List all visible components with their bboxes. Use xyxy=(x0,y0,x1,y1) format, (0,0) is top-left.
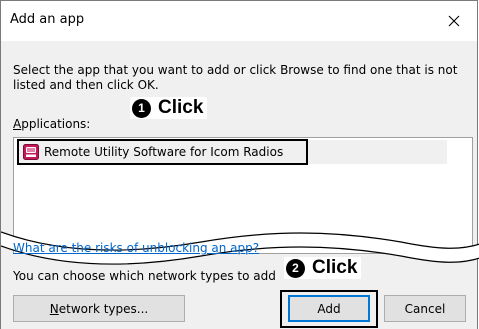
applications-label: Applications: xyxy=(13,117,91,131)
title-bar: Add an app xyxy=(1,1,477,41)
callout-step-2: 2 Click xyxy=(284,257,362,279)
close-button[interactable] xyxy=(431,1,477,41)
dialog-title: Add an app xyxy=(10,12,85,27)
step-1-text: Click xyxy=(158,97,204,118)
app-icon xyxy=(23,144,39,160)
step-2-text: Click xyxy=(312,257,358,278)
list-item[interactable]: Remote Utility Software for Icom Radios xyxy=(17,140,447,164)
network-types-text: You can choose which network types to ad… xyxy=(13,269,276,283)
dialog-body: Select the app that you want to add or c… xyxy=(1,41,479,329)
list-item-label: Remote Utility Software for Icom Radios xyxy=(44,145,284,159)
risks-link[interactable]: What are the risks of unblocking an app? xyxy=(13,241,259,255)
step-2-badge: 2 xyxy=(286,258,305,278)
callout-step-1: 1 Click xyxy=(130,97,208,119)
close-icon xyxy=(448,15,460,27)
instructions-text: Select the app that you want to add or c… xyxy=(13,63,458,92)
add-app-dialog: Add an app Select the app that you want … xyxy=(0,0,479,329)
step-1-badge: 1 xyxy=(132,98,151,118)
add-button[interactable]: Add xyxy=(288,295,370,322)
cancel-button[interactable]: Cancel xyxy=(384,295,466,322)
network-types-button[interactable]: Network types... xyxy=(13,295,185,322)
